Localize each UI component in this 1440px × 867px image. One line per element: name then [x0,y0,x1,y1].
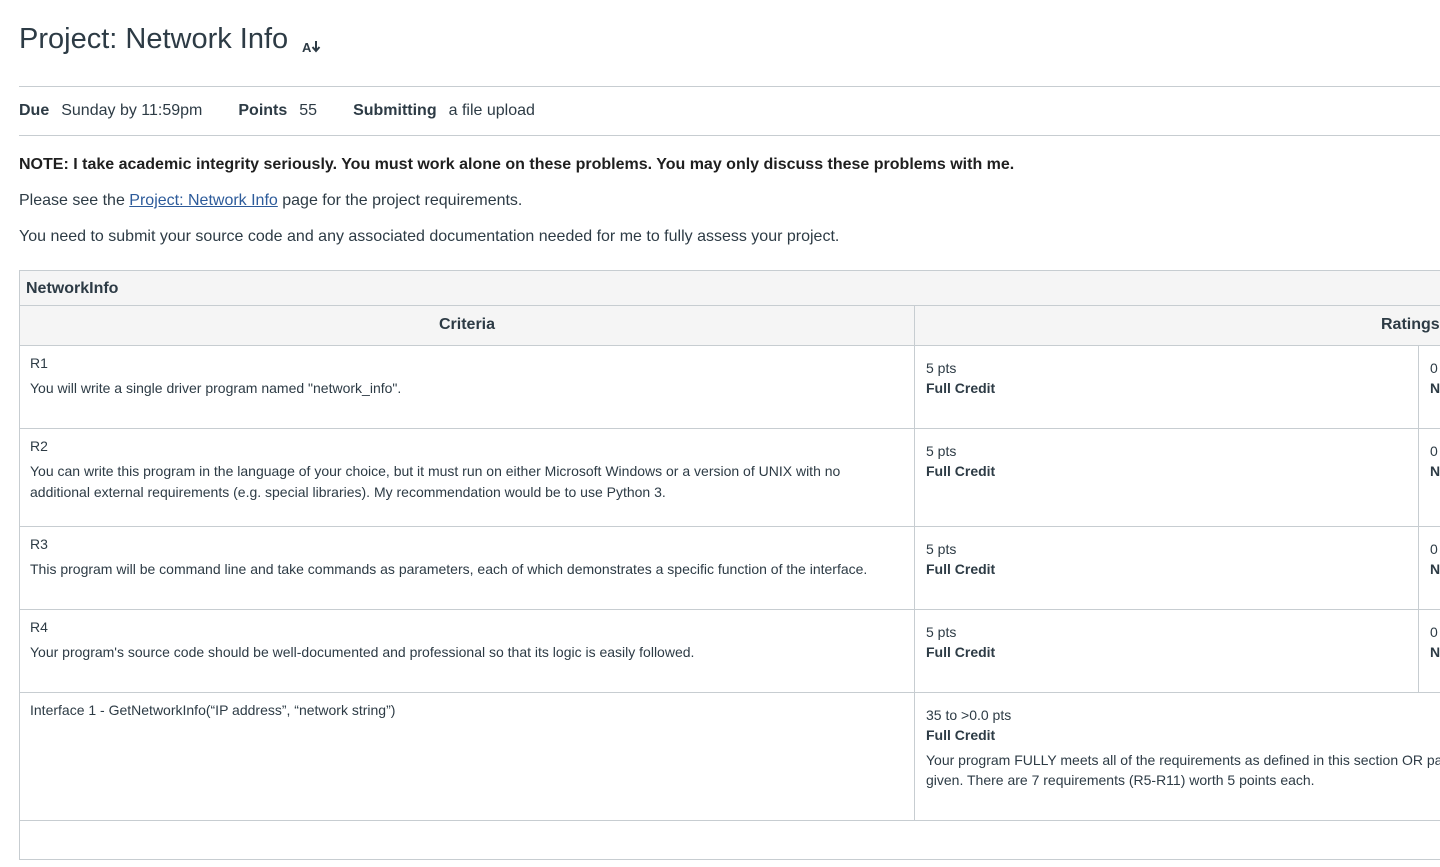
rubric-row: Interface 1 - GetNetworkInfo(“IP address… [20,693,1440,821]
criterion-cell: R4 Your program's source code should be … [20,610,915,692]
criterion-code: R4 [30,619,48,635]
criterion-cell: Interface 1 - GetNetworkInfo(“IP address… [20,693,915,820]
rating-description: Full Credit [926,727,996,743]
criterion-description: This program will be command line and ta… [30,561,868,577]
submitting-value: a file upload [448,102,535,119]
criterion-code: Interface 1 - GetNetworkInfo(“IP address… [30,702,396,718]
points-value: 55 [299,102,318,119]
project-page-link[interactable]: Project: Network Info [129,192,278,209]
requirements-paragraph: Please see the Project: Network Info pag… [19,190,522,212]
criterion-code: R3 [30,536,48,552]
rating-full-credit: 5 pts Full Credit [915,527,1419,609]
svg-text:A: A [302,40,312,55]
criterion-cell: R1 You will write a single driver progra… [20,346,915,428]
rating-points: 35 to >0.0 pts [926,707,1012,723]
ratings-header: Ratings [915,306,1440,346]
assignment-details: Due Sunday by 11:59pm Points 55 Submitti… [19,100,571,122]
rating-no-credit: 0 N [1419,429,1440,526]
rating-points: 0 [1430,360,1438,376]
divider [19,135,1440,136]
criterion-description: Your program's source code should be wel… [30,644,695,660]
page-title: Project: Network Info A [19,20,324,58]
criterion-description: You will write a single driver program n… [30,380,402,396]
translate-a-icon[interactable]: A [302,29,324,55]
rating-description: N [1430,561,1440,577]
rubric-row: R1 You will write a single driver progra… [20,346,1440,429]
rating-description: Full Credit [926,463,996,479]
criteria-header: Criteria [20,306,915,346]
rating-long-description: Your program FULLY meets all of the requ… [926,752,1440,788]
rating-no-credit: 0 N [1419,346,1440,428]
submitting-label: Submitting [353,102,437,119]
p1-before: Please see the [19,192,130,209]
rating-no-credit: 0 N [1419,610,1440,692]
rubric-title: NetworkInfo [20,271,1440,306]
ratings-cell: 35 to >0.0 pts Full Credit Your program … [915,693,1440,820]
ratings-cell: 5 pts Full Credit 0 N [915,429,1440,526]
page-title-text: Project: Network Info [19,23,289,55]
rubric-row: R3 This program will be command line and… [20,527,1440,610]
rubric-row: R2 You can write this program in the lan… [20,429,1440,527]
rubric-table: NetworkInfo Criteria Ratings R1 You will… [19,270,1440,860]
criterion-code: R2 [30,438,48,454]
criterion-description: You can write this program in the langua… [30,463,841,500]
divider [19,86,1440,87]
criterion-code: R1 [30,355,48,371]
due-value: Sunday by 11:59pm [61,102,203,119]
ratings-header-label: Ratings [1381,316,1440,333]
rating-points: 0 [1430,541,1438,557]
rating-description: Full Credit [926,644,996,660]
ratings-cell: 5 pts Full Credit 0 N [915,527,1440,609]
rating-full-credit: 35 to >0.0 pts Full Credit Your program … [915,693,1440,820]
rating-full-credit: 5 pts Full Credit [915,346,1419,428]
criterion-cell: R2 You can write this program in the lan… [20,429,915,526]
rating-points: 0 [1430,624,1438,640]
rubric-row: R4 Your program's source code should be … [20,610,1440,693]
criterion-cell: R3 This program will be command line and… [20,527,915,609]
due-label: Due [19,102,50,119]
rating-description: N [1430,463,1440,479]
rating-full-credit: 5 pts Full Credit [915,610,1419,692]
rating-description: N [1430,644,1440,660]
rating-points: 5 pts [926,624,957,640]
rating-points: 5 pts [926,360,957,376]
integrity-note: NOTE: I take academic integrity seriousl… [19,156,1015,173]
submission-paragraph: You need to submit your source code and … [19,228,840,245]
rating-description: N [1430,380,1440,396]
rating-description: Full Credit [926,380,996,396]
points-label: Points [238,102,288,119]
rating-full-credit: 5 pts Full Credit [915,429,1419,526]
ratings-cell: 5 pts Full Credit 0 N [915,610,1440,692]
rating-points: 5 pts [926,541,957,557]
rating-description: Full Credit [926,561,996,577]
ratings-cell: 5 pts Full Credit 0 N [915,346,1440,428]
rating-points: 0 [1430,443,1438,459]
rating-no-credit: 0 N [1419,527,1440,609]
p1-after: page for the project requirements. [277,192,523,209]
rating-points: 5 pts [926,443,957,459]
